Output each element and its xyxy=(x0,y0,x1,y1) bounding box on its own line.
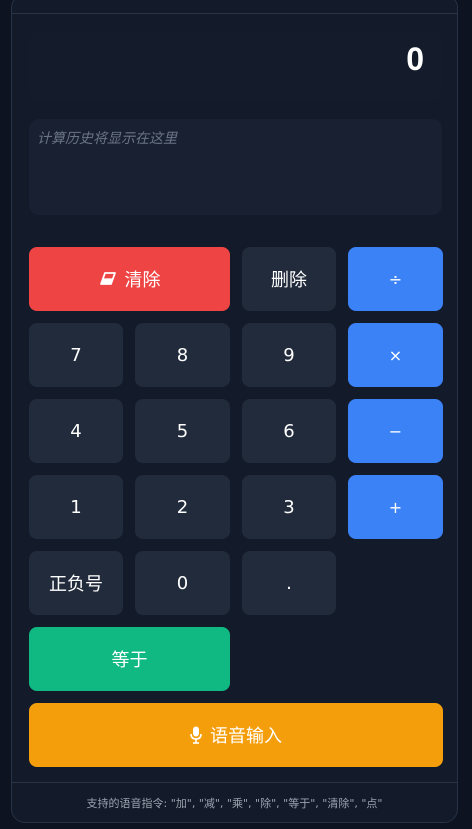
divide-button-label: ÷ xyxy=(388,269,403,289)
subtract-button-label: − xyxy=(388,421,403,441)
digit-6-button[interactable]: 6 xyxy=(242,399,336,463)
top-divider xyxy=(12,13,457,14)
history-panel: 计算历史将显示在这里 xyxy=(29,119,442,215)
digit-9-label: 9 xyxy=(283,344,295,366)
history-placeholder: 计算历史将显示在这里 xyxy=(37,131,177,147)
digit-4-label: 4 xyxy=(70,420,82,442)
decimal-button[interactable]: . xyxy=(242,551,336,615)
eraser-icon xyxy=(99,272,117,286)
digit-8-button[interactable]: 8 xyxy=(135,323,230,387)
digit-4-button[interactable]: 4 xyxy=(29,399,123,463)
display-value: 0 xyxy=(406,41,424,77)
multiply-button-label: × xyxy=(388,345,403,365)
bottom-divider xyxy=(12,782,457,783)
microphone-icon xyxy=(190,726,202,744)
add-button[interactable]: + xyxy=(348,475,443,539)
voice-input-label: 语音输入 xyxy=(210,726,282,747)
digit-2-label: 2 xyxy=(176,496,189,518)
digit-8-label: 8 xyxy=(176,344,189,366)
digit-5-button[interactable]: 5 xyxy=(135,399,230,463)
multiply-button[interactable]: × xyxy=(348,323,443,387)
voice-commands-hint: 支持的语音指令: "加", "减", "乘", "除", "等于", "清除",… xyxy=(86,797,383,810)
calculator-app: 0 计算历史将显示在这里 清除 删除 ÷ 7 8 9 × 4 5 6 − 1 2… xyxy=(11,0,458,823)
display-panel: 0 xyxy=(29,31,442,101)
voice-input-button[interactable]: 语音输入 xyxy=(29,703,443,767)
digit-5-label: 5 xyxy=(176,420,189,442)
digit-3-label: 3 xyxy=(283,496,295,518)
digit-3-button[interactable]: 3 xyxy=(242,475,336,539)
delete-button[interactable]: 删除 xyxy=(242,247,336,311)
decimal-button-label: . xyxy=(286,572,292,594)
equals-button[interactable]: 等于 xyxy=(29,627,230,691)
equals-button-label: 等于 xyxy=(111,650,148,671)
add-button-label: + xyxy=(388,497,403,517)
digit-1-label: 1 xyxy=(70,496,82,518)
negate-button-label: 正负号 xyxy=(49,574,103,595)
digit-2-button[interactable]: 2 xyxy=(135,475,230,539)
delete-button-label: 删除 xyxy=(271,270,307,291)
subtract-button[interactable]: − xyxy=(348,399,443,463)
digit-6-label: 6 xyxy=(283,420,295,442)
digit-0-button[interactable]: 0 xyxy=(135,551,230,615)
divide-button[interactable]: ÷ xyxy=(348,247,443,311)
clear-button-label: 清除 xyxy=(124,270,161,291)
clear-button[interactable]: 清除 xyxy=(29,247,230,311)
digit-9-button[interactable]: 9 xyxy=(242,323,336,387)
digit-7-button[interactable]: 7 xyxy=(29,323,123,387)
digit-1-button[interactable]: 1 xyxy=(29,475,123,539)
digit-7-label: 7 xyxy=(70,344,82,366)
negate-button[interactable]: 正负号 xyxy=(29,551,123,615)
digit-0-label: 0 xyxy=(176,572,189,594)
